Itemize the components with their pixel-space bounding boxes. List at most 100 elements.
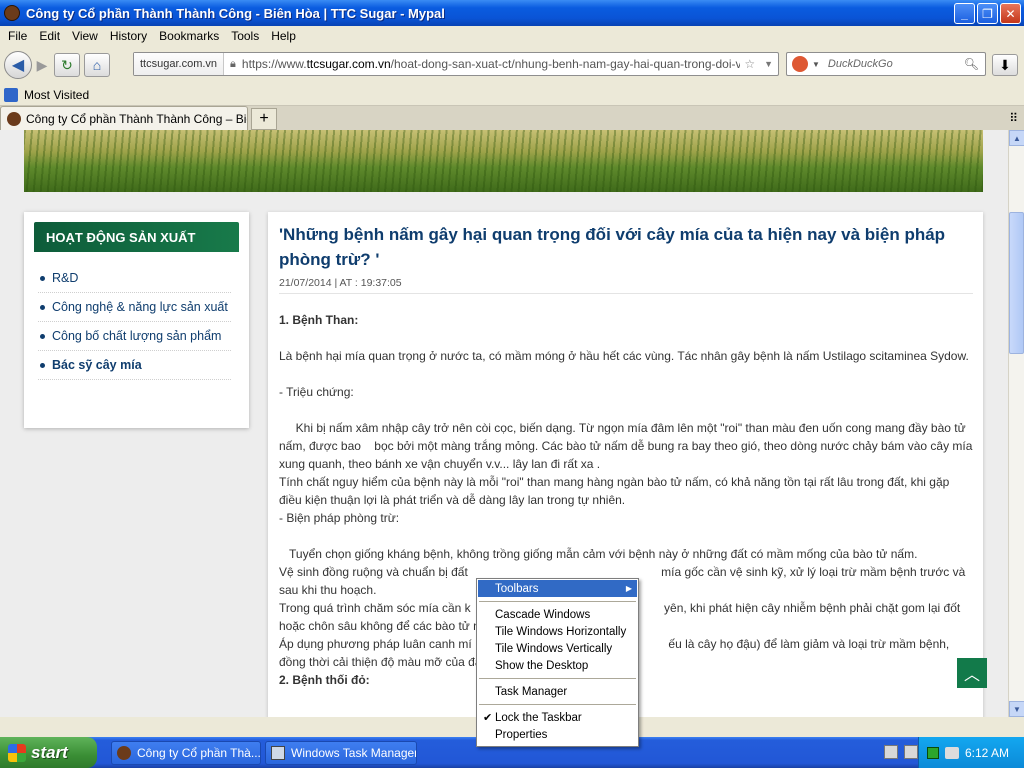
sidebar-list: R&D Công nghệ & năng lực sản xuất Công b… [38,264,231,380]
bookmarks-bar: Most Visited [0,84,1024,106]
menu-item-task-manager[interactable]: Task Manager [478,683,637,700]
back-button[interactable]: ◀ [4,51,32,79]
duckduckgo-icon [792,56,808,72]
menu-item-tile-vertically[interactable]: Tile Windows Vertically [478,640,637,657]
site-identity-label: ttcsugar.com.vn [140,58,218,70]
menu-separator [478,674,637,683]
menu-item-cascade-windows[interactable]: Cascade Windows [478,606,637,623]
menu-item-toolbars[interactable]: Toolbars ▶ [478,580,637,597]
scroll-up-arrow-icon[interactable]: ▲ [1009,130,1024,146]
url-dropdown-icon[interactable]: ▼ [759,59,778,69]
reload-icon: ↻ [61,56,73,73]
forward-button[interactable]: ▶ [34,53,50,77]
menu-item-label: Tile Windows Horizontally [495,625,627,638]
search-icon[interactable]: 🔍︎ [958,57,985,71]
taskbar-context-menu: Toolbars ▶ Cascade Windows Tile Windows H… [476,578,639,747]
sugarcane-banner-image [24,130,983,192]
menu-tools[interactable]: Tools [225,29,265,43]
paragraph-danger: Tính chất nguy hiểm của bệnh này là mỗi … [279,475,950,507]
windows-logo-icon [8,743,26,762]
close-button[interactable]: ✕ [1000,3,1021,24]
bookmark-most-visited[interactable]: Most Visited [24,88,89,102]
window-titlebar[interactable]: Công ty Cổ phần Thành Thành Công - Biên … [0,0,1024,26]
bullet-icon [40,275,45,281]
task-manager-icon [271,745,285,760]
section-heading-smut: 1. Bệnh Than: [279,313,359,327]
taskbar-item-browser[interactable]: Công ty Cổ phần Thà... [111,740,261,765]
download-arrow-icon: ⬇ [999,56,1011,73]
tray-app-icon[interactable] [904,745,918,759]
symptoms-label: - Triệu chứng: [279,385,354,399]
url-text[interactable]: https://www.ttcsugar.com.vn/hoat-dong-sa… [236,57,740,71]
browser-app-icon [4,5,20,21]
browser-task-icon [117,745,131,760]
navigation-toolbar: ◀ ▶ ↻ ⌂ ttcsugar.com.vn 🔒︎ https://www.t… [0,46,1024,84]
bullet-icon [40,304,45,310]
vertical-scrollbar[interactable]: ▲ ▼ [1008,130,1024,717]
bookmark-star-icon[interactable]: ☆ [740,57,759,71]
site-identity-button[interactable]: ttcsugar.com.vn [134,53,225,75]
reload-button[interactable]: ↻ [54,53,80,77]
volume-icon[interactable] [945,746,959,759]
url-host: ttcsugar.com.vn [306,57,391,71]
taskbar-item-task-manager[interactable]: Windows Task Manager [265,740,417,765]
menu-separator [478,597,637,606]
article-title: 'Những bệnh nấm gây hại quan trọng đối v… [279,225,946,269]
most-visited-icon [4,87,18,102]
scrollbar-thumb[interactable] [1009,212,1024,354]
menu-history[interactable]: History [104,29,153,43]
sidebar-item-label: Công nghệ & năng lực sản xuất [52,300,228,314]
home-button[interactable]: ⌂ [84,53,110,77]
menu-file[interactable]: File [2,29,33,43]
paragraph-symptoms: Khi bị nấm xâm nhập cây trở nên còi cọc,… [279,421,976,471]
tray-quick-icons [884,745,918,759]
sidebar-heading: HOẠT ĐỘNG SẢN XUẤT [34,222,239,252]
sidebar-box: HOẠT ĐỘNG SẢN XUẤT R&D Công nghệ & năng … [24,212,249,428]
paragraph-resistant-varieties: Tuyển chọn giống kháng bệnh, không trồng… [279,547,918,561]
menu-separator [478,700,637,709]
menu-item-tile-horizontally[interactable]: Tile Windows Horizontally [478,623,637,640]
paragraph-intro: Là bệnh hại mía quan trọng ở nước ta, có… [279,349,969,363]
menu-item-properties[interactable]: Properties [478,726,637,743]
sidebar-item-technology[interactable]: Công nghệ & năng lực sản xuất [38,293,231,322]
menu-bookmarks[interactable]: Bookmarks [153,29,225,43]
scroll-down-arrow-icon[interactable]: ▼ [1009,701,1024,717]
url-path: /hoat-dong-san-xuat-ct/nhung-benh-nam-ga… [390,57,741,71]
article-date: 21/07/2014 | AT : 19:37:05 [279,277,973,294]
minimize-button[interactable]: _ [954,3,975,24]
menu-help[interactable]: Help [265,29,302,43]
tab-strip: Công ty Cổ phần Thành Thành Công – Biên … [0,106,1024,130]
menu-view[interactable]: View [66,29,104,43]
search-engine-dropdown-icon[interactable]: ▼ [812,60,820,69]
back-arrow-icon: ◀ [11,57,25,74]
task-manager-tray-icon[interactable] [927,746,939,759]
task-label: Công ty Cổ phần Thà... [137,745,261,760]
sidebar-item-quality[interactable]: Công bố chất lượng sản phẩm [38,322,231,351]
url-bar[interactable]: ttcsugar.com.vn 🔒︎ https://www.ttcsugar.… [133,52,779,76]
menu-bar: File Edit View History Bookmarks Tools H… [0,26,1024,46]
home-icon: ⌂ [92,57,102,73]
bullet-icon [40,333,45,339]
menu-edit[interactable]: Edit [33,29,66,43]
menu-item-lock-taskbar[interactable]: ✔ Lock the Taskbar [478,709,637,726]
forward-arrow-icon: ▶ [36,56,48,73]
search-box[interactable]: ▼ DuckDuckGo 🔍︎ [786,52,986,76]
scroll-to-top-button[interactable]: ︿ [957,658,987,688]
menu-item-label: Tile Windows Vertically [495,642,613,655]
tab-active[interactable]: Công ty Cổ phần Thành Thành Công – Biên … [0,106,248,130]
tab-list-menu-icon[interactable]: ⠿ [1009,111,1018,125]
clock[interactable]: 6:12 AM [965,746,1009,760]
sidebar-item-rnd[interactable]: R&D [38,264,231,293]
menu-item-show-desktop[interactable]: Show the Desktop [478,657,637,674]
tray-app-icon[interactable] [884,745,898,759]
window-title: Công ty Cổ phần Thành Thành Công - Biên … [26,5,445,21]
sidebar-item-label: R&D [52,271,79,285]
restore-button[interactable]: ❐ [977,3,998,24]
tab-label: Công ty Cổ phần Thành Thành Công – Biên … [26,111,247,126]
sidebar-item-cane-doctor[interactable]: Bác sỹ cây mía [38,351,231,380]
system-tray: 6:12 AM [918,737,1024,768]
downloads-button[interactable]: ⬇ [992,54,1018,76]
new-tab-button[interactable]: + [251,108,277,130]
start-button[interactable]: start [0,737,97,768]
submenu-arrow-icon: ▶ [625,584,632,593]
